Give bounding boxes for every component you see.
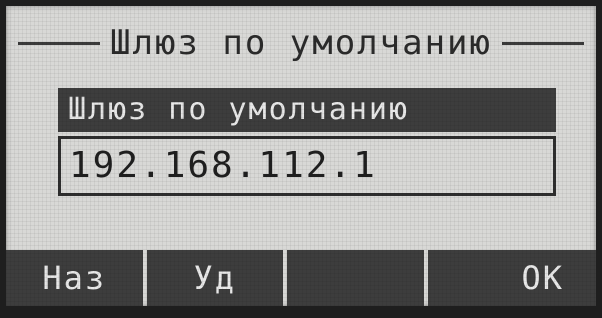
title-divider-right [502,41,584,45]
title-divider-left [18,41,100,45]
lcd-screen: Шлюз по умолчанию Шлюз по умолчанию 192.… [6,6,596,306]
delete-softkey[interactable]: Уд [146,250,283,306]
field-label: Шлюз по умолчанию [58,88,556,132]
ok-softkey[interactable]: OK [427,250,596,306]
back-softkey[interactable]: Наз [6,250,143,306]
softkey-bar: Наз Уд OK [6,250,596,306]
gateway-input[interactable]: 192.168.112.1 [58,136,556,196]
screen-title: Шлюз по умолчанию [110,23,492,63]
screen-header: Шлюз по умолчанию [18,18,584,68]
empty-softkey[interactable] [287,250,424,306]
